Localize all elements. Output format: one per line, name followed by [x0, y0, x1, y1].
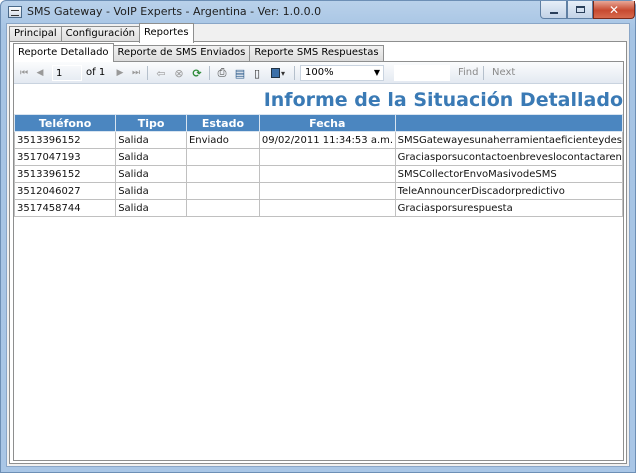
column-header-telefono: Teléfono [14, 114, 117, 132]
tab-configuracion[interactable]: Configuración [60, 26, 141, 42]
cell-telefono: 3517047193 [14, 148, 117, 166]
tab-reporte-sms-respuestas[interactable]: Reporte SMS Respuestas [249, 45, 384, 61]
page-number-input[interactable] [52, 65, 82, 81]
cell-estado [185, 199, 260, 217]
cell-tipo: Salida [115, 131, 187, 149]
tab-reporte-sms-enviados[interactable]: Reporte de SMS Enviados [112, 45, 251, 61]
tab-principal[interactable]: Principal [9, 26, 62, 42]
cell-tipo: Salida [115, 199, 187, 217]
table-header-row: Teléfono Tipo Estado Fecha [14, 114, 623, 132]
save-disk-icon [270, 68, 280, 78]
close-button[interactable]: ✕ [593, 1, 635, 19]
close-icon: ✕ [608, 2, 620, 17]
print-icon[interactable]: ⎙ [215, 65, 229, 81]
minimize-button[interactable] [540, 1, 567, 19]
report-viewer: ⏮ ◀ of 1 ▶ ⏭ ⇦ ⊗ ⟳ ⎙ ▤ ▯ ▾ [13, 61, 624, 461]
cell-fecha [258, 199, 396, 217]
cell-estado [185, 182, 260, 200]
zoom-value: 100% [305, 67, 334, 78]
cell-mensaje: Graciasporsucontactoenbreveslocontactare… [394, 148, 623, 166]
toolbar-separator [294, 66, 295, 80]
chevron-down-icon: ▾ [280, 68, 285, 78]
toolbar-separator [147, 66, 148, 80]
table-row: 3512046027 Salida TeleAnnouncerDiscadorp… [14, 182, 623, 200]
title-bar[interactable]: SMS Gateway - VoIP Experts - Argentina -… [1, 1, 635, 23]
page-count-label: of 1 [86, 67, 106, 78]
table-row: 3517047193 Salida Graciasporsucontactoen… [14, 148, 623, 166]
cell-fecha: 09/02/2011 11:34:53 a.m. [258, 131, 396, 149]
maximize-button[interactable] [567, 1, 593, 19]
next-page-icon[interactable]: ▶ [114, 65, 126, 81]
cell-estado: Enviado [185, 131, 260, 149]
reportes-panel: Reporte Detallado Reporte de SMS Enviado… [9, 41, 627, 464]
report-table: Teléfono Tipo Estado Fecha 3513396152 Sa… [14, 114, 623, 217]
first-page-icon[interactable]: ⏮ [18, 65, 30, 81]
cell-estado [185, 165, 260, 183]
window-title: SMS Gateway - VoIP Experts - Argentina -… [27, 5, 322, 18]
cell-fecha [258, 182, 396, 200]
find-input[interactable] [394, 65, 450, 81]
last-page-icon[interactable]: ⏭ [130, 65, 142, 81]
previous-page-icon[interactable]: ◀ [34, 65, 46, 81]
table-row: 3513396152 Salida SMSCollectorEnvoMasivo… [14, 165, 623, 183]
report-title: Informe de la Situación Detallado [263, 89, 623, 111]
column-header-tipo: Tipo [115, 114, 187, 132]
table-row: 3517458744 Salida Graciasporsurespuesta [14, 199, 623, 217]
cell-fecha [258, 165, 396, 183]
cell-telefono: 3513396152 [14, 165, 117, 183]
zoom-select[interactable]: 100% ▼ [300, 65, 384, 81]
cell-tipo: Salida [115, 148, 187, 166]
cell-mensaje: Graciasporsurespuesta [394, 199, 623, 217]
cell-telefono: 3512046027 [14, 182, 117, 200]
stop-icon[interactable]: ⊗ [172, 65, 186, 81]
cell-tipo: Salida [115, 182, 187, 200]
cell-mensaje: SMSGatewayesunaherramientaeficienteydes [394, 131, 623, 149]
cell-estado [185, 148, 260, 166]
column-header-estado: Estado [185, 114, 260, 132]
find-next-link[interactable]: Next [492, 67, 515, 78]
cell-fecha [258, 148, 396, 166]
back-icon[interactable]: ⇦ [154, 65, 168, 81]
app-icon [8, 6, 22, 18]
report-toolbar: ⏮ ◀ of 1 ▶ ⏭ ⇦ ⊗ ⟳ ⎙ ▤ ▯ ▾ [14, 62, 623, 84]
maximize-icon [575, 6, 585, 13]
chevron-down-icon: ▼ [373, 68, 380, 77]
main-tab-strip: Principal Configuración Reportes [9, 23, 194, 43]
print-layout-icon[interactable]: ▤ [233, 65, 247, 81]
app-window: SMS Gateway - VoIP Experts - Argentina -… [0, 0, 636, 473]
toolbar-separator [209, 66, 210, 80]
column-header-mensaje [394, 114, 623, 132]
tab-reportes[interactable]: Reportes [139, 23, 194, 43]
export-icon[interactable]: ▾ [268, 65, 288, 81]
cell-telefono: 3517458744 [14, 199, 117, 217]
refresh-icon[interactable]: ⟳ [190, 65, 204, 81]
cell-tipo: Salida [115, 165, 187, 183]
table-row: 3513396152 Salida Enviado 09/02/2011 11:… [14, 131, 623, 149]
find-link[interactable]: Find [458, 67, 479, 78]
cell-mensaje: SMSCollectorEnvoMasivodeSMS [394, 165, 623, 183]
cell-mensaje: TeleAnnouncerDiscadorpredictivo [394, 182, 623, 200]
tab-reporte-detallado[interactable]: Reporte Detallado [13, 43, 114, 62]
report-content[interactable]: Informe de la Situación Detallado Teléfo… [14, 85, 623, 460]
toolbar-separator [483, 66, 484, 80]
page-setup-icon[interactable]: ▯ [250, 65, 264, 81]
report-tab-strip: Reporte Detallado Reporte de SMS Enviado… [13, 43, 384, 62]
minimize-icon [549, 11, 558, 14]
window-client-area: Principal Configuración Reportes Reporte… [6, 23, 630, 467]
column-header-fecha: Fecha [258, 114, 396, 132]
cell-telefono: 3513396152 [14, 131, 117, 149]
